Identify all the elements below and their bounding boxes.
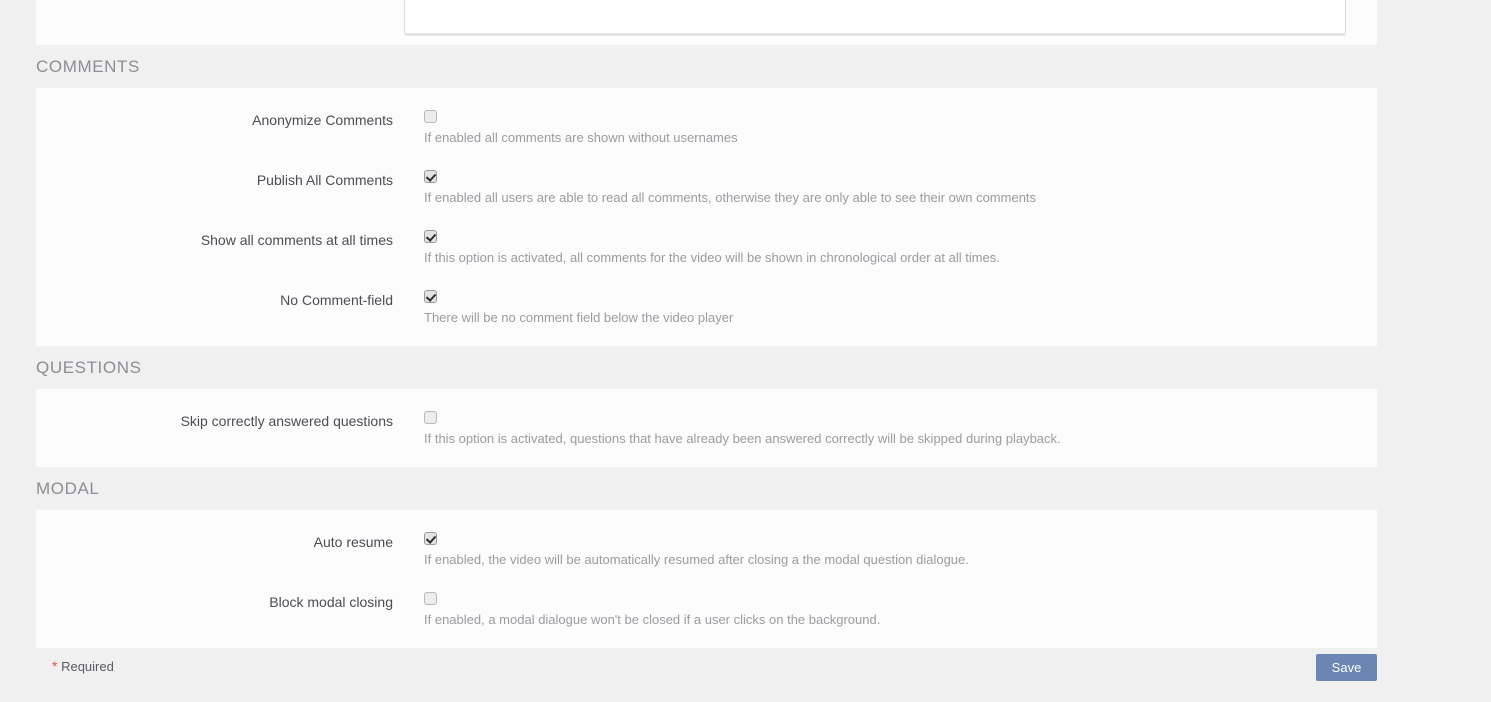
setting-label: Block modal closing bbox=[269, 594, 393, 610]
checkbox-checked[interactable] bbox=[424, 230, 437, 243]
setting-label: Auto resume bbox=[313, 534, 393, 550]
section-panel-questions: Skip correctly answered questions If this… bbox=[36, 389, 1377, 467]
required-note: * Required bbox=[52, 658, 114, 674]
checkbox-unchecked[interactable] bbox=[424, 411, 437, 424]
setting-help-text: If enabled, a modal dialogue won't be cl… bbox=[424, 612, 881, 627]
setting-label: Show all comments at all times bbox=[200, 232, 393, 248]
checkbox-unchecked[interactable] bbox=[424, 110, 437, 123]
truncated-field-panel bbox=[36, 0, 1377, 45]
setting-control: If this option is activated, all comment… bbox=[393, 230, 1377, 266]
checkbox-checked[interactable] bbox=[424, 532, 437, 545]
section-panel-comments: Anonymize Comments If enabled all comment… bbox=[36, 88, 1377, 346]
setting-help-text: If enabled all comments are shown withou… bbox=[424, 130, 738, 145]
setting-label: Skip correctly answered questions bbox=[180, 413, 393, 429]
setting-row: Anonymize Comments If enabled all comment… bbox=[36, 110, 1377, 146]
required-label: Required bbox=[61, 659, 114, 674]
form-footer: * Required Save bbox=[36, 648, 1377, 702]
setting-control: If enabled all users are able to read al… bbox=[393, 170, 1377, 206]
setting-label: Publish All Comments bbox=[256, 172, 393, 188]
section-title: QUESTIONS bbox=[36, 358, 142, 377]
textarea-bottom-shadow bbox=[404, 33, 1346, 36]
setting-control: If this option is activated, questions t… bbox=[393, 411, 1377, 447]
section-title: COMMENTS bbox=[36, 57, 140, 76]
setting-row: Auto resume If enabled, the video will be… bbox=[36, 532, 1377, 568]
setting-row: Skip correctly answered questions If this… bbox=[36, 411, 1377, 447]
setting-label: No Comment-field bbox=[280, 292, 393, 308]
section-header-questions: QUESTIONS bbox=[36, 346, 1377, 389]
settings-form-column: COMMENTS Anonymize Comments If enabled all… bbox=[36, 0, 1377, 702]
setting-row: No Comment-field There will be no comment… bbox=[36, 290, 1377, 326]
required-asterisk: * bbox=[52, 658, 58, 674]
section-header-comments: COMMENTS bbox=[36, 45, 1377, 88]
section-header-modal: MODAL bbox=[36, 467, 1377, 510]
setting-label: Anonymize Comments bbox=[252, 112, 393, 128]
setting-row: Show all comments at all times If this op… bbox=[36, 230, 1377, 266]
section-panel-modal: Auto resume If enabled, the video will be… bbox=[36, 510, 1377, 648]
setting-control: If enabled, the video will be automatica… bbox=[393, 532, 1377, 568]
section-title: MODAL bbox=[36, 479, 100, 498]
checkbox-checked[interactable] bbox=[424, 290, 437, 303]
setting-control: There will be no comment field below the… bbox=[393, 290, 1377, 326]
setting-help-text: If enabled all users are able to read al… bbox=[424, 190, 1037, 205]
checkbox-unchecked[interactable] bbox=[424, 592, 437, 605]
setting-help-text: There will be no comment field below the… bbox=[424, 310, 734, 325]
setting-help-text: If enabled, the video will be automatica… bbox=[424, 552, 969, 567]
settings-sections: COMMENTS Anonymize Comments If enabled all… bbox=[36, 45, 1377, 648]
setting-control: If enabled, a modal dialogue won't be cl… bbox=[393, 592, 1377, 628]
settings-page: COMMENTS Anonymize Comments If enabled all… bbox=[0, 0, 1491, 702]
setting-row: Block modal closing If enabled, a modal d… bbox=[36, 592, 1377, 628]
setting-control: If enabled all comments are shown withou… bbox=[393, 110, 1377, 146]
setting-row: Publish All Comments If enabled all users… bbox=[36, 170, 1377, 206]
description-textarea[interactable] bbox=[404, 0, 1346, 35]
save-button[interactable]: Save bbox=[1316, 654, 1377, 681]
checkbox-checked[interactable] bbox=[424, 170, 437, 183]
setting-help-text: If this option is activated, questions t… bbox=[424, 431, 1061, 446]
setting-help-text: If this option is activated, all comment… bbox=[424, 250, 1000, 265]
